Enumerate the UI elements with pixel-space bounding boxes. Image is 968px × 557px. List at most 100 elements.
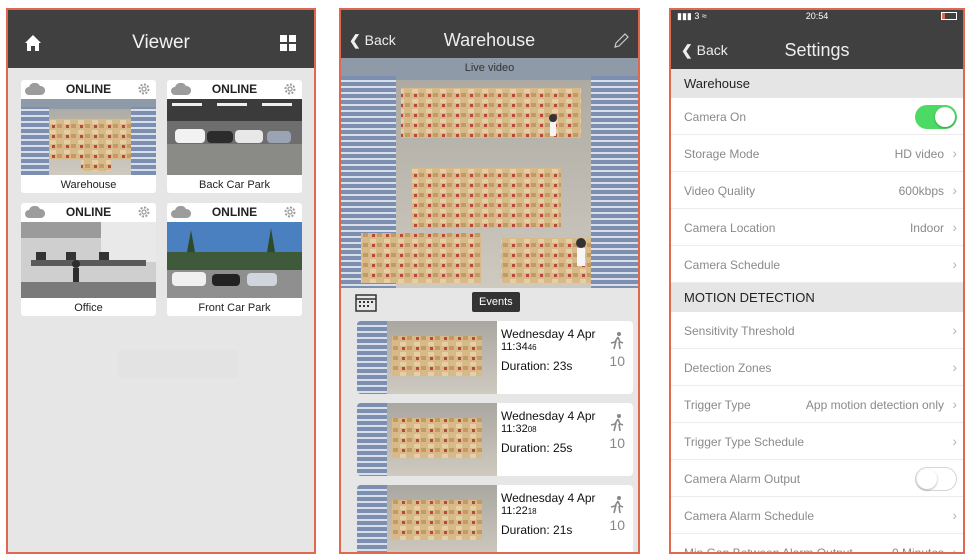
chevron-right-icon: › (952, 359, 957, 375)
setting-value: 600kbps (898, 184, 944, 198)
section-header-camera: Warehouse (671, 69, 963, 98)
setting-alarm-output: Camera Alarm Output (671, 460, 963, 497)
camera-thumbnail (167, 99, 302, 175)
event-item[interactable]: Wednesday 4 Apr 11:3208 Duration: 25s 10 (357, 403, 633, 476)
event-date: Wednesday 4 Apr (501, 327, 596, 341)
camera-name: Warehouse (60, 179, 117, 191)
event-duration: Duration: 25s (501, 441, 573, 455)
section-header-motion: MOTION DETECTION (671, 283, 963, 312)
camera-tile-office[interactable]: ONLINE Office (21, 203, 156, 316)
gear-icon[interactable] (137, 205, 151, 219)
camera-name: Front Car Park (198, 302, 271, 314)
chevron-right-icon: › (952, 322, 957, 338)
setting-label: Camera Alarm Output (684, 472, 801, 486)
setting-camera-on: Camera On (671, 98, 963, 135)
chevron-right-icon: › (952, 182, 957, 198)
calendar-icon[interactable] (355, 292, 377, 312)
chevron-right-icon: › (952, 544, 957, 554)
status-label: ONLINE (211, 205, 258, 219)
page-title: Settings (784, 40, 850, 60)
status-bar: ▮▮▮ 3 ≈ 20:54 (671, 10, 963, 24)
setting-trigger-type-schedule[interactable]: Trigger Type Schedule › (671, 423, 963, 460)
event-duration: Duration: 21s (501, 523, 573, 537)
event-thumbnail (357, 485, 497, 552)
events-toolbar: Events (341, 288, 638, 318)
battery-icon (941, 11, 957, 21)
tile-header: ONLINE (167, 203, 302, 222)
camera-name: Back Car Park (199, 179, 270, 191)
pencil-icon[interactable] (612, 32, 630, 50)
tile-header: ONLINE (21, 80, 156, 99)
tile-header: ONLINE (167, 80, 302, 99)
setting-min-gap[interactable]: Min Gap Between Alarm Output 0 Minutes › (671, 534, 963, 554)
camera-tile-back-car-park[interactable]: ONLINE Back Car Park (167, 80, 302, 193)
event-count: 10 (609, 517, 625, 533)
setting-label: Detection Zones (684, 361, 772, 375)
setting-label: Min Gap Between Alarm Output (684, 546, 853, 554)
running-person-icon (610, 332, 624, 350)
event-count: 10 (609, 435, 625, 451)
warehouse-header: ❮ Back Warehouse (341, 10, 638, 58)
setting-label: Trigger Type (684, 398, 751, 412)
tile-header: ONLINE (21, 203, 156, 222)
event-thumbnail (357, 403, 497, 476)
setting-label: Video Quality (684, 184, 756, 198)
setting-value: Indoor (909, 221, 944, 235)
setting-detection-zones[interactable]: Detection Zones › (671, 349, 963, 386)
setting-trigger-type[interactable]: Trigger Type App motion detection only › (671, 386, 963, 423)
chevron-right-icon: › (952, 507, 957, 523)
viewer-header: Viewer (8, 10, 314, 68)
gear-icon[interactable] (283, 82, 297, 96)
setting-value: 0 Minutes (891, 546, 944, 554)
setting-label: Storage Mode (684, 147, 760, 161)
setting-alarm-schedule[interactable]: Camera Alarm Schedule › (671, 497, 963, 534)
setting-video-quality[interactable]: Video Quality 600kbps › (671, 172, 963, 209)
live-video[interactable] (341, 58, 638, 288)
camera-on-toggle[interactable] (915, 105, 957, 129)
event-time: 11:2218 (501, 505, 537, 517)
gear-icon[interactable] (137, 82, 151, 96)
event-time: 11:3208 (501, 423, 537, 435)
camera-tile-front-car-park[interactable]: ONLINE Front Car Park (167, 203, 302, 316)
status-label: ONLINE (211, 82, 258, 96)
setting-camera-location[interactable]: Camera Location Indoor › (671, 209, 963, 246)
event-item[interactable]: Wednesday 4 Apr 11:2218 Duration: 21s 10 (357, 485, 633, 552)
warehouse-screen: ❮ Back Warehouse Live video Events Wedne… (339, 8, 640, 554)
setting-label: Camera Schedule (684, 258, 781, 272)
camera-thumbnail (21, 99, 156, 175)
event-count: 10 (609, 353, 625, 369)
setting-label: Trigger Type Schedule (684, 435, 805, 449)
placeholder-area (118, 350, 238, 378)
event-date: Wednesday 4 Apr (501, 491, 596, 505)
chevron-right-icon: › (952, 219, 957, 235)
event-thumbnail (357, 321, 497, 394)
setting-camera-schedule[interactable]: Camera Schedule › (671, 246, 963, 283)
settings-screen: ▮▮▮ 3 ≈ 20:54 ❮ Back Settings Warehouse … (669, 8, 965, 554)
setting-label: Camera Alarm Schedule (684, 509, 815, 523)
camera-thumbnail (21, 222, 156, 298)
chevron-right-icon: › (952, 145, 957, 161)
page-title: Viewer (132, 32, 190, 53)
settings-header: ❮ Back Settings (671, 24, 963, 69)
event-item[interactable]: Wednesday 4 Apr 11:3446 Duration: 23s 10 (357, 321, 633, 394)
event-date: Wednesday 4 Apr (501, 409, 596, 423)
events-tab[interactable]: Events (472, 292, 520, 312)
running-person-icon (610, 414, 624, 432)
camera-thumbnail (167, 222, 302, 298)
camera-name: Office (74, 302, 103, 314)
camera-tile-warehouse[interactable]: ONLINE Warehouse (21, 80, 156, 193)
event-time: 11:3446 (501, 341, 537, 353)
viewer-screen: Viewer ONLINE Warehouse ONLINE Back Car … (6, 8, 316, 554)
setting-label: Sensitivity Threshold (684, 324, 795, 338)
event-duration: Duration: 23s (501, 359, 573, 373)
status-label: ONLINE (65, 205, 112, 219)
setting-storage-mode[interactable]: Storage Mode HD video › (671, 135, 963, 172)
alarm-output-toggle[interactable] (915, 467, 957, 491)
chevron-right-icon: › (952, 396, 957, 412)
setting-label: Camera On (684, 110, 747, 124)
setting-label: Camera Location (684, 221, 776, 235)
setting-sensitivity[interactable]: Sensitivity Threshold › (671, 312, 963, 349)
gear-icon[interactable] (283, 205, 297, 219)
page-title: Warehouse (443, 30, 536, 50)
grid-view-icon[interactable] (280, 35, 296, 51)
